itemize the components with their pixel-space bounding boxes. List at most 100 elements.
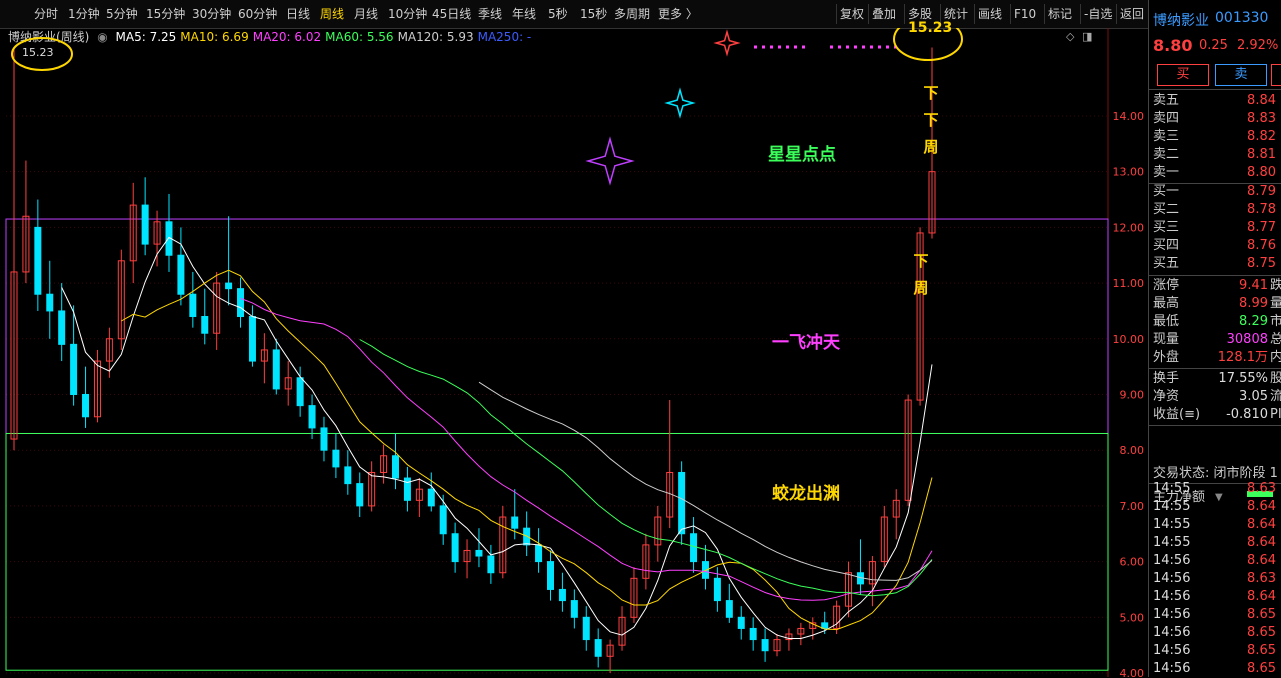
bid-row: 买二 8.78 — [1153, 202, 1276, 217]
stat-row: 最低 8.29 市 — [1153, 314, 1281, 329]
candle-body — [34, 226, 42, 295]
candle-body — [439, 505, 447, 535]
annotation-stars: 星星点点 — [768, 145, 836, 165]
y-tick-label: 7.00 — [1120, 500, 1145, 513]
last-price: 8.80 — [1153, 36, 1193, 55]
candle-body — [308, 405, 316, 429]
period-tab[interactable]: 5分钟 — [106, 0, 138, 28]
high-label-left: 15.23 — [22, 46, 54, 59]
candle-body — [46, 293, 54, 312]
candle-body — [713, 577, 721, 602]
period-tab[interactable]: 日线 — [286, 0, 310, 28]
candle-body — [535, 544, 543, 563]
toolbar-button[interactable]: 复权 — [836, 4, 867, 24]
candle-body — [511, 516, 519, 529]
period-tab[interactable]: 10分钟 — [388, 0, 427, 28]
toolbar-button[interactable]: 返回 — [1116, 4, 1147, 24]
diamond-icon[interactable]: ◇ — [1066, 30, 1075, 43]
tick-row: 14:56 8.64 — [1153, 589, 1276, 604]
tick-row: 14:56 8.65 — [1153, 661, 1276, 676]
candle-body — [678, 471, 686, 535]
candle-body — [749, 627, 757, 641]
toolbar-button[interactable]: 标记 — [1044, 4, 1075, 24]
y-tick-label: 8.00 — [1120, 444, 1145, 457]
period-tab[interactable]: 月线 — [354, 0, 378, 28]
bid-row: 买四 8.76 — [1153, 238, 1276, 253]
candle-body — [594, 639, 602, 657]
tick-row: 14:56 8.65 — [1153, 607, 1276, 622]
panel-toggle-icon[interactable]: ◨ — [1082, 30, 1092, 43]
y-tick-label: 14.00 — [1113, 110, 1145, 123]
candle-body — [582, 616, 590, 641]
candle-body — [427, 488, 435, 507]
tick-row: 14:56 8.63 — [1153, 571, 1276, 586]
tick-row: 14:55 8.64 — [1153, 517, 1276, 532]
candle-body — [320, 427, 328, 451]
down-week-char: 下 — [923, 111, 939, 129]
bid-row: 买三 8.77 — [1153, 220, 1276, 235]
candlestick-chart[interactable]: 14.00 13.00 12.00 11.00 10.00 9.00 8.00 7.00 6.0… — [0, 28, 1148, 677]
stat-row: 现量 30808 总 — [1153, 332, 1281, 347]
stock-name: 博纳影业 — [1153, 13, 1209, 29]
buy-button[interactable]: 买 — [1157, 64, 1209, 86]
candle-body — [344, 466, 352, 485]
candle-body — [272, 349, 280, 390]
star-magenta — [585, 136, 635, 186]
toolbar-button[interactable]: 画线 — [974, 4, 1005, 24]
tick-row: 14:56 8.64 — [1153, 553, 1276, 568]
candle-body — [403, 477, 411, 501]
candle-body — [392, 455, 400, 479]
tick-row: 14:56 8.65 — [1153, 643, 1276, 658]
period-tab[interactable]: 季线 — [478, 0, 502, 28]
down-week-char: 下 — [923, 84, 939, 102]
stat-row: 换手 17.55% 股 — [1153, 371, 1281, 386]
period-tab[interactable]: 分时 — [34, 0, 58, 28]
period-toolbar: 分时 1分钟 5分钟 15分钟 30分钟 60分钟 日线 周线 月线 10分钟 45日线 季线 年线 5秒… — [0, 0, 1148, 29]
star-cyan — [664, 87, 696, 119]
period-tab[interactable]: 15分钟 — [146, 0, 185, 28]
period-tab[interactable]: 15秒 — [580, 0, 607, 28]
candle-body — [296, 377, 304, 407]
ask-row: 卖四 8.83 — [1153, 111, 1276, 126]
high-label-right: 15.23 — [908, 20, 953, 36]
toolbar-button[interactable]: -自选 — [1080, 4, 1115, 24]
period-tab[interactable]: 年线 — [512, 0, 536, 28]
range-box-lower — [5, 432, 1109, 671]
period-tab[interactable]: 周线 — [320, 0, 344, 28]
extra-button[interactable] — [1271, 64, 1281, 86]
y-tick-label: 9.00 — [1120, 388, 1145, 401]
sell-button[interactable]: 卖 — [1215, 64, 1267, 86]
tick-row: 14:55 8.63 — [1153, 481, 1276, 496]
candle-body — [237, 288, 245, 318]
period-tab[interactable]: 60分钟 — [238, 0, 277, 28]
period-tab[interactable]: 30分钟 — [192, 0, 231, 28]
annotation-down-week-2: 下周 — [912, 248, 930, 302]
period-tab[interactable]: 1分钟 — [68, 0, 100, 28]
down-week-char: 下 — [913, 252, 929, 270]
candle-body — [248, 316, 256, 362]
price-change-pct: 2.92% — [1237, 38, 1279, 53]
candle-body — [546, 561, 554, 590]
stat-row: 涨停 9.41 跌 — [1153, 278, 1281, 293]
candle-body — [570, 600, 578, 618]
stat-row: 收益(≡) -0.810 PI — [1153, 407, 1281, 422]
period-tab[interactable]: 更多 〉 — [658, 0, 698, 28]
period-tab[interactable]: 5秒 — [548, 0, 568, 28]
star-red — [713, 29, 741, 57]
candle-body — [558, 588, 566, 602]
y-tick-label: 13.00 — [1113, 166, 1145, 179]
y-tick-label: 6.00 — [1120, 556, 1145, 569]
ask-row: 卖一 8.80 — [1153, 165, 1276, 180]
tick-row: 14:55 8.64 — [1153, 535, 1276, 550]
candle-body — [141, 204, 149, 245]
ask-row: 卖五 8.84 — [1153, 93, 1276, 108]
period-tab[interactable]: 多周期 — [614, 0, 650, 28]
stat-row: 最高 8.99 量 — [1153, 296, 1281, 311]
toolbar-button[interactable]: F10 — [1010, 4, 1039, 24]
tick-row: 14:56 8.65 — [1153, 625, 1276, 640]
y-tick-label: 10.00 — [1113, 333, 1145, 346]
ask-row: 卖二 8.81 — [1153, 147, 1276, 162]
period-tab[interactable]: 45日线 — [432, 0, 471, 28]
quote-panel: 博纳影业 001330 8.80 0.25 2.92% 买 卖 卖五 8.84 卖四… — [1148, 0, 1281, 677]
toolbar-button[interactable]: 叠加 — [868, 4, 899, 24]
